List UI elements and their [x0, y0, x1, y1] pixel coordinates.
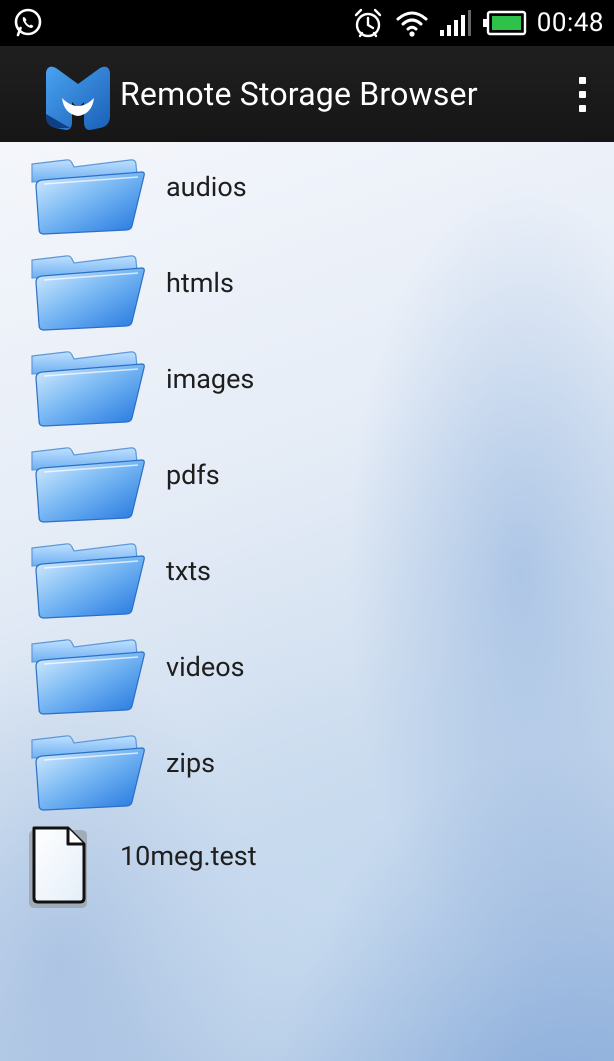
list-item-file[interactable]: 10meg.test: [0, 818, 614, 914]
battery-icon: [482, 10, 526, 36]
list-item-folder[interactable]: videos: [0, 626, 614, 722]
list-item-label: audios: [166, 171, 247, 203]
list-item-folder[interactable]: htmls: [0, 242, 614, 338]
list-item-folder[interactable]: images: [0, 338, 614, 434]
overflow-menu-button[interactable]: [566, 66, 598, 122]
list-item-folder[interactable]: audios: [0, 146, 614, 242]
wifi-icon: [396, 11, 428, 37]
app-title: Remote Storage Browser: [120, 75, 478, 113]
overflow-menu-icon: [578, 76, 586, 84]
status-icons: 00:48: [351, 0, 604, 46]
list-item-label: zips: [166, 747, 216, 779]
folder-icon: [26, 540, 146, 620]
status-time: 00:48: [536, 8, 604, 38]
alarm-clock-icon: [354, 8, 381, 38]
file-icon: [29, 826, 87, 908]
folder-icon: [26, 732, 146, 812]
list-item-label: htmls: [166, 267, 234, 299]
file-list[interactable]: audios htmls images pdfs txts videos zip…: [0, 142, 614, 1061]
whatsapp-icon: [14, 8, 42, 37]
list-item-label: pdfs: [166, 459, 220, 491]
list-item-label: videos: [166, 651, 245, 683]
list-item-folder[interactable]: zips: [0, 722, 614, 818]
folder-icon: [26, 252, 146, 332]
status-bar: 00:48: [0, 0, 614, 46]
list-item-label: 10meg.test: [120, 840, 257, 872]
folder-icon: [26, 444, 146, 524]
signal-icon: [439, 10, 471, 36]
list-item-folder[interactable]: pdfs: [0, 434, 614, 530]
folder-icon: [26, 156, 146, 236]
folder-icon: [26, 348, 146, 428]
malwarebytes-logo-icon[interactable]: [40, 58, 116, 134]
list-item-label: images: [166, 363, 255, 395]
action-bar: Remote Storage Browser: [0, 46, 614, 144]
list-item-folder[interactable]: txts: [0, 530, 614, 626]
list-item-label: txts: [166, 555, 211, 587]
folder-icon: [26, 636, 146, 716]
